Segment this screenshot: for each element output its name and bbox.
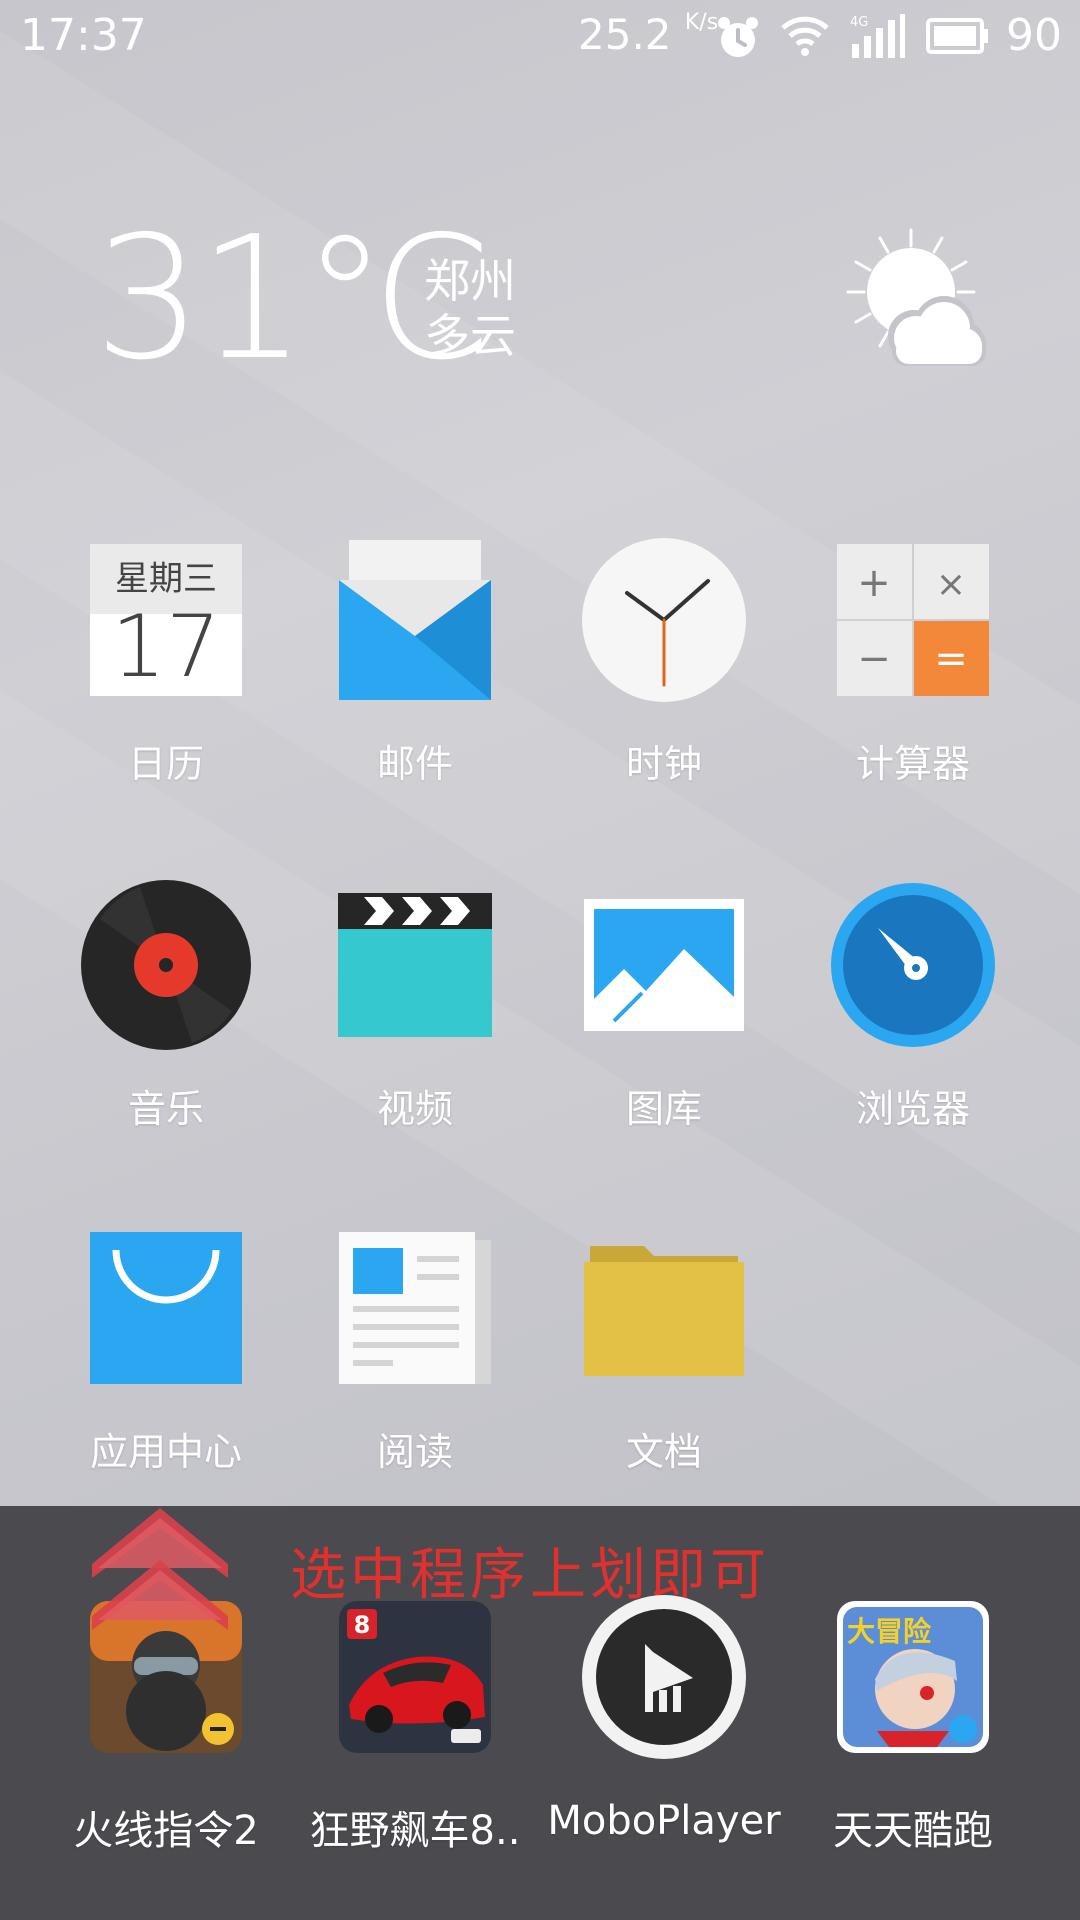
game-runner-icon: 大冒险 xyxy=(837,1601,989,1753)
calendar-weekday: 星期三 xyxy=(115,559,217,599)
app-calculator[interactable]: + × − = 计算器 xyxy=(788,535,1038,788)
app-label: 邮件 xyxy=(376,742,453,786)
network-speed-value: 25.2 xyxy=(578,10,672,59)
app-label: 浏览器 xyxy=(855,1087,970,1131)
reader-icon xyxy=(339,1232,491,1384)
dock-app-moboplayer[interactable]: MoboPlayer xyxy=(539,1592,789,1844)
app-label: 计算器 xyxy=(855,742,970,786)
app-label: MoboPlayer xyxy=(547,1798,781,1844)
calc-equals: = xyxy=(934,636,968,682)
dock-app-asphalt8[interactable]: 8 狂野飙车8.. xyxy=(290,1592,540,1856)
app-video[interactable]: 视频 xyxy=(290,880,540,1133)
gallery-icon xyxy=(584,899,744,1031)
app-calendar[interactable]: 星期三 17 日历 xyxy=(41,535,291,788)
app-app-center[interactable]: 应用中心 xyxy=(41,1223,291,1476)
app-label: 日历 xyxy=(127,742,204,786)
game-racing-icon: 8 xyxy=(339,1601,491,1753)
app-clock[interactable]: 时钟 xyxy=(539,535,789,788)
video-icon xyxy=(338,893,492,1037)
status-time: 17:37 xyxy=(20,10,147,61)
calc-minus: − xyxy=(857,636,891,682)
weather-condition: 多云 xyxy=(424,309,516,363)
calendar-icon: 星期三 17 xyxy=(90,544,242,696)
battery-level: 90 xyxy=(1006,10,1062,61)
app-reader[interactable]: 阅读 xyxy=(290,1223,540,1476)
moboplayer-icon xyxy=(582,1595,746,1759)
music-icon xyxy=(81,880,251,1050)
partly-cloudy-icon xyxy=(836,226,986,380)
browser-icon xyxy=(831,883,995,1047)
status-bar: 17:37 25.2 K/s 4G 90 xyxy=(0,0,1080,76)
app-label: 时钟 xyxy=(625,742,702,786)
app-label: 天天酷跑 xyxy=(833,1808,993,1854)
app-gallery[interactable]: 图库 xyxy=(539,880,789,1133)
app-label: 应用中心 xyxy=(89,1430,242,1474)
clock-icon xyxy=(582,538,746,702)
mail-icon xyxy=(339,540,491,700)
app-label: 阅读 xyxy=(376,1430,453,1474)
app-label: 视频 xyxy=(376,1087,453,1131)
calc-plus: + xyxy=(857,560,891,606)
calc-times: × xyxy=(936,564,966,605)
app-documents[interactable]: 文档 xyxy=(539,1223,789,1476)
folder-icon xyxy=(584,1246,744,1376)
app-label: 图库 xyxy=(625,1087,702,1131)
battery-icon xyxy=(926,14,990,69)
racing-badge: 8 xyxy=(354,1611,371,1639)
app-label: 狂野飙车8.. xyxy=(309,1808,521,1854)
swipe-up-arrows-icon xyxy=(92,1508,228,1642)
alarm-icon xyxy=(714,14,762,73)
app-center-icon xyxy=(90,1232,242,1384)
dock-app-daily-parkour[interactable]: 大冒险 天天酷跑 xyxy=(788,1592,1038,1856)
runner-badge: 大冒险 xyxy=(847,1615,932,1648)
app-label: 文档 xyxy=(625,1430,702,1474)
app-label: 火线指令2 xyxy=(73,1808,259,1854)
svg-text:4G: 4G xyxy=(850,15,868,30)
calculator-icon: + × − = xyxy=(837,544,989,696)
calendar-day: 17 xyxy=(111,597,220,696)
app-music[interactable]: 音乐 xyxy=(41,880,291,1133)
signal-4g-icon: 4G xyxy=(850,14,906,71)
home-screen: 17:37 25.2 K/s 4G 90 31℃ 郑州 多云 星期三 17 日历… xyxy=(0,0,1080,1920)
app-mail[interactable]: 邮件 xyxy=(290,535,540,788)
app-label: 音乐 xyxy=(127,1087,204,1131)
wifi-icon xyxy=(780,14,830,69)
app-browser[interactable]: 浏览器 xyxy=(788,880,1038,1133)
network-speed: 25.2 K/s xyxy=(578,10,718,59)
